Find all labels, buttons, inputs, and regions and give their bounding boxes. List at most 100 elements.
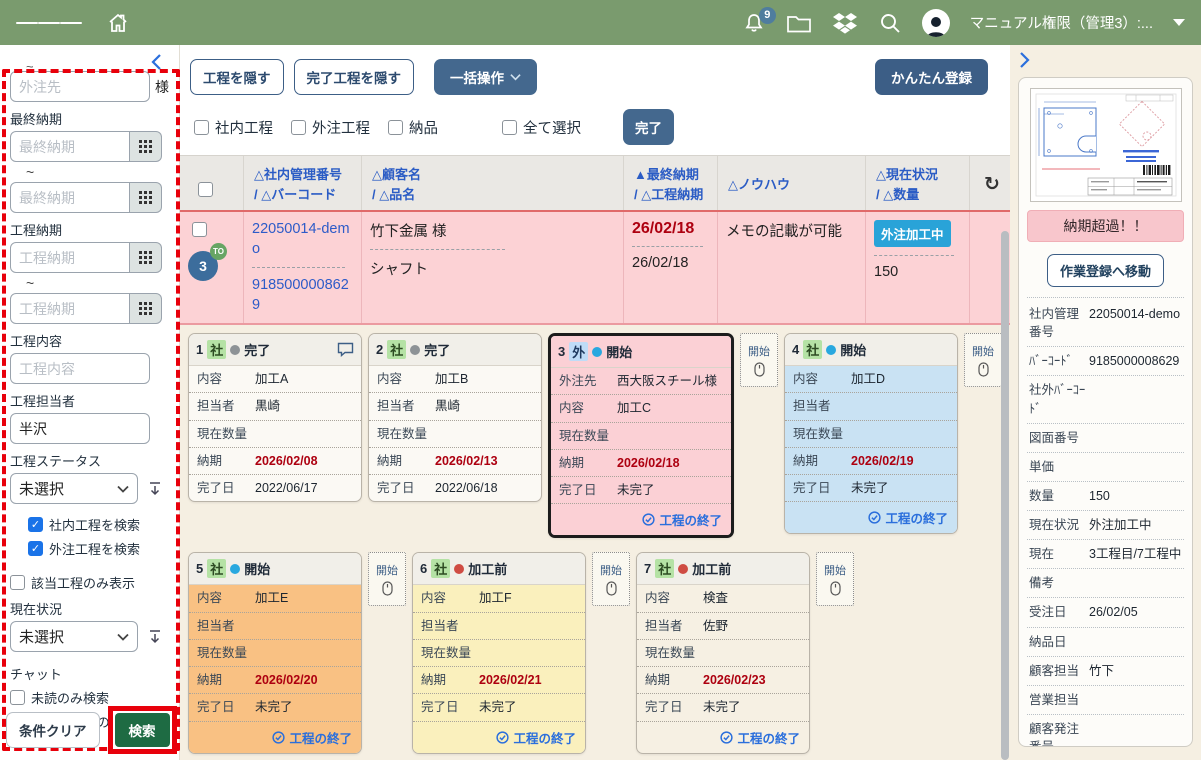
range-tilde: ~	[26, 275, 172, 291]
complete-button[interactable]: 完了	[623, 109, 674, 145]
chevron-down-icon	[117, 633, 129, 641]
process-content-input[interactable]	[10, 353, 150, 384]
end-process-link[interactable]: 工程の終了	[413, 722, 585, 753]
header-select-checkbox[interactable]	[198, 182, 213, 197]
user-menu-caret-icon[interactable]	[1173, 19, 1185, 26]
checkbox-search-inhouse[interactable]: 社内工程を検索	[28, 515, 172, 534]
bulk-action-button[interactable]: 一括操作	[434, 59, 537, 95]
search-icon[interactable]	[878, 11, 902, 35]
process-card-7[interactable]: 7 社 加工前 内容検査 担当者佐野 現在数量 納期2026/02/23 完了日…	[636, 552, 810, 753]
checkbox-select-all[interactable]: 全て選択	[502, 117, 581, 138]
home-icon[interactable]	[106, 11, 130, 35]
move-to-work-register-button[interactable]: 作業登録へ移動	[1047, 254, 1164, 287]
subcontractor-input[interactable]	[10, 71, 150, 102]
to-badge: TO	[210, 243, 227, 260]
pull-down-icon[interactable]	[148, 481, 162, 496]
calendar-icon[interactable]	[130, 293, 162, 324]
checkbox-unchecked-icon[interactable]	[10, 575, 25, 590]
control-number-value: 22050014-demo	[1089, 305, 1180, 341]
process-card-5[interactable]: 5 社 開始 内容加工E 担当者 現在数量 納期2026/02/20 完了日未完…	[188, 552, 362, 753]
inhouse-type-badge: 社	[431, 559, 450, 578]
end-process-link[interactable]: 工程の終了	[551, 504, 731, 535]
column-header-knowhow[interactable]: △ノウハウ	[718, 156, 866, 210]
inhouse-type-badge: 社	[803, 340, 822, 359]
drag-start-handle[interactable]: 開始	[740, 333, 778, 387]
current-status-select[interactable]: 未選択	[10, 621, 138, 652]
control-number-link[interactable]: 22050014-demo	[252, 220, 353, 259]
mouse-icon	[754, 362, 765, 377]
knowhow-memo: メモの記載が可能	[726, 220, 857, 241]
detail-panel: 納期超過！！ 作業登録へ移動 社内管理番号22050014-demo ﾊﾞｰｺｰ…	[1010, 45, 1201, 760]
dropbox-icon[interactable]	[832, 11, 858, 35]
search-button[interactable]: 検索	[115, 713, 170, 747]
calendar-icon[interactable]	[130, 182, 162, 213]
checkbox-checked-icon[interactable]	[28, 517, 43, 532]
filter-sidebar: ~ 様 最終納期 ~	[0, 45, 180, 760]
column-header-customer[interactable]: △顧客名 / △品名	[362, 156, 624, 210]
drag-start-handle[interactable]: 開始	[816, 552, 854, 606]
process-person-label: 工程担当者	[10, 391, 172, 410]
calendar-icon[interactable]	[130, 131, 162, 162]
drag-start-handle[interactable]: 開始	[592, 552, 630, 606]
process-due-label: 工程納期	[10, 220, 172, 239]
end-process-link[interactable]: 工程の終了	[785, 502, 957, 533]
inhouse-type-badge: 社	[655, 559, 674, 578]
checkbox-filter-outsourced[interactable]: 外注工程	[291, 117, 370, 138]
end-process-link[interactable]: 工程の終了	[637, 722, 809, 753]
column-header-due[interactable]: ▲最終納期 / △工程納期	[624, 156, 718, 210]
process-status-select[interactable]: 未選択	[10, 473, 138, 504]
vertical-scrollbar[interactable]	[1001, 231, 1009, 760]
menu-icon[interactable]	[16, 19, 82, 27]
checkbox-unchecked-icon[interactable]	[10, 690, 25, 705]
process-person-input[interactable]	[10, 413, 150, 444]
process-card-3-selected[interactable]: 3 外 開始 外注先西大阪スチール様 内容加工C 現在数量 納期2026/02/…	[548, 333, 734, 538]
process-count-badge[interactable]: 3 TO	[188, 251, 218, 281]
column-header-status[interactable]: △現在状況 / △数量	[866, 156, 970, 210]
avatar[interactable]	[922, 9, 950, 37]
easy-register-button[interactable]: かんたん登録	[875, 59, 988, 95]
blueprint-thumbnail[interactable]	[1027, 86, 1184, 210]
panel-expand-icon[interactable]	[1016, 51, 1032, 69]
checkbox-filter-inhouse[interactable]: 社内工程	[194, 117, 273, 138]
checkbox-unchecked-icon[interactable]	[291, 120, 306, 135]
drag-start-handle[interactable]: 開始	[964, 333, 1002, 387]
checkbox-search-outsourced[interactable]: 外注工程を検索	[28, 539, 172, 558]
process-due-from-input[interactable]	[10, 242, 130, 273]
checkbox-unread-only[interactable]: 未読のみ検索	[10, 688, 172, 707]
order-row[interactable]: 3 TO 22050014-demo 9185000008629 竹下金属 様 …	[180, 212, 1010, 325]
pull-down-icon[interactable]	[148, 629, 162, 644]
current-status-value: 外注加工中	[1089, 516, 1152, 534]
check-circle-icon	[720, 731, 733, 744]
refresh-icon[interactable]: ↻	[984, 173, 1000, 197]
clear-conditions-button[interactable]: 条件クリア	[6, 712, 100, 748]
notifications-bell-icon[interactable]: 9	[742, 11, 766, 35]
final-due-from-input[interactable]	[10, 131, 130, 162]
final-due-to-input[interactable]	[10, 182, 130, 213]
barcode-link[interactable]: 9185000008629	[252, 276, 353, 315]
end-process-link[interactable]: 工程の終了	[189, 722, 361, 753]
due-overdue-alert: 納期超過！！	[1027, 210, 1184, 242]
column-header-control-number[interactable]: △社内管理番号 / △バーコード	[244, 156, 362, 210]
inhouse-type-badge: 社	[207, 340, 226, 359]
process-due-to-input[interactable]	[10, 293, 130, 324]
order-detail-card: 納期超過！！ 作業登録へ移動 社内管理番号22050014-demo ﾊﾞｰｺｰ…	[1018, 77, 1193, 747]
process-card-1[interactable]: 1 社 完了 内容加工A 担当者黒崎 現在数量 納期2026/02/08 完了日…	[188, 333, 362, 502]
process-card-2[interactable]: 2 社 完了 内容加工B 担当者黒崎 現在数量 納期2026/02/13 完了日…	[368, 333, 542, 502]
checkbox-only-matching[interactable]: 該当工程のみ表示	[10, 573, 172, 592]
checkbox-filter-delivery[interactable]: 納品	[388, 117, 438, 138]
process-card-4[interactable]: 4 社 開始 内容加工D 担当者 現在数量 納期2026/02/19 完了日未完…	[784, 333, 958, 534]
hide-completed-button[interactable]: 完了工程を隠す	[294, 59, 415, 95]
checkbox-checked-icon[interactable]	[28, 541, 43, 556]
process-card-6[interactable]: 6 社 加工前 内容加工F 担当者 現在数量 納期2026/02/21 完了日未…	[412, 552, 586, 753]
calendar-icon[interactable]	[130, 242, 162, 273]
row-checkbox[interactable]	[192, 222, 207, 237]
checkbox-unchecked-icon[interactable]	[502, 120, 517, 135]
drag-start-handle[interactable]: 開始	[368, 552, 406, 606]
main-content: 工程を隠す 完了工程を隠す 一括操作 かんたん登録 社内工程 外注工程 納品 全…	[180, 45, 1010, 760]
chat-bubble-icon[interactable]	[337, 342, 354, 357]
order-date-value: 26/02/05	[1089, 603, 1138, 621]
folder-icon[interactable]	[786, 12, 812, 34]
hide-process-button[interactable]: 工程を隠す	[190, 59, 284, 95]
checkbox-unchecked-icon[interactable]	[388, 120, 403, 135]
checkbox-unchecked-icon[interactable]	[194, 120, 209, 135]
